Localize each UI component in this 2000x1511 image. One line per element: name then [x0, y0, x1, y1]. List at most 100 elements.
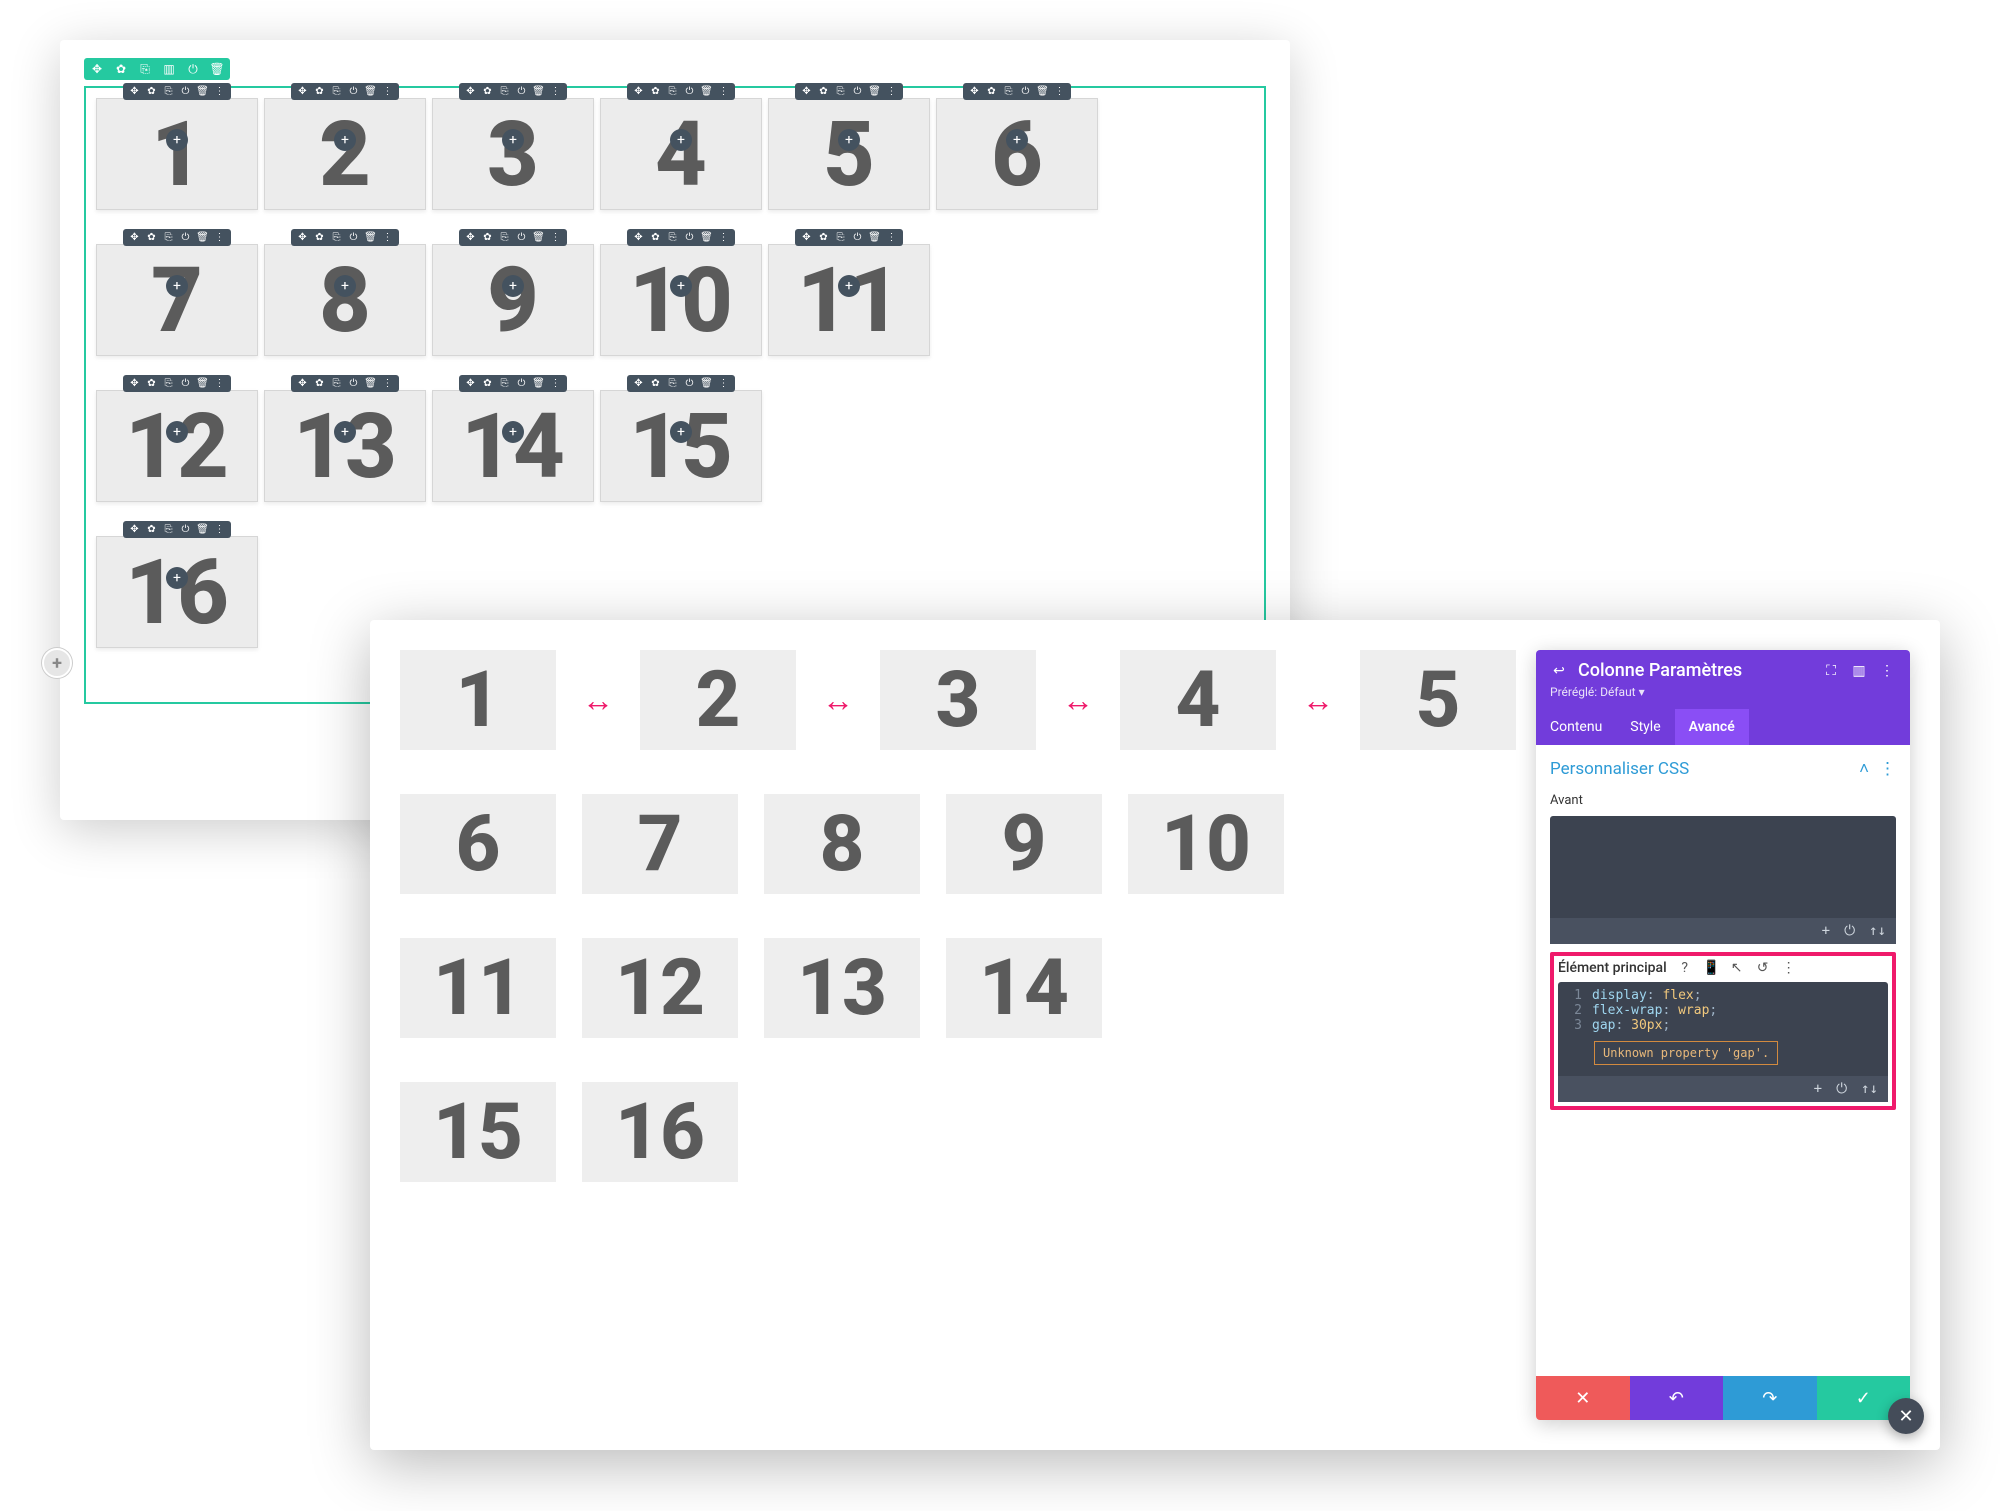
settings-icon[interactable]: ✿: [650, 86, 661, 97]
undo-button[interactable]: ↶: [1630, 1376, 1724, 1420]
settings-icon[interactable]: ✿: [114, 62, 128, 76]
more-icon[interactable]: ⋮: [382, 86, 393, 97]
more-icon[interactable]: ⋮: [1054, 86, 1065, 97]
move-icon[interactable]: ✥: [801, 86, 812, 97]
module[interactable]: ✥✿⎘⏻🗑⋮+1: [96, 98, 258, 210]
module-toolbar[interactable]: ✥✿⎘⏻🗑⋮: [291, 229, 399, 246]
module-toolbar[interactable]: ✥✿⎘⏻🗑⋮: [795, 229, 903, 246]
delete-icon[interactable]: 🗑: [701, 378, 712, 389]
css-section-header[interactable]: Personnaliser CSS ˄ ⋮: [1550, 759, 1896, 779]
add-module-button[interactable]: +: [502, 421, 524, 443]
more-icon[interactable]: ⋮: [550, 232, 561, 243]
module[interactable]: ✥✿⎘⏻🗑⋮+5: [768, 98, 930, 210]
more-icon[interactable]: ⋮: [214, 378, 225, 389]
settings-icon[interactable]: ✿: [314, 86, 325, 97]
more-icon[interactable]: ⋮: [1878, 662, 1896, 680]
power-icon[interactable]: ⏻: [516, 232, 527, 243]
module-toolbar[interactable]: ✥✿⎘⏻🗑⋮: [291, 375, 399, 392]
power-icon[interactable]: ⏻: [852, 86, 863, 97]
duplicate-icon[interactable]: ⎘: [499, 86, 510, 97]
reorder-icon[interactable]: ↑↓: [1869, 923, 1886, 939]
settings-icon[interactable]: ✿: [482, 378, 493, 389]
settings-icon[interactable]: ✿: [986, 86, 997, 97]
add-module-button[interactable]: +: [334, 421, 356, 443]
settings-icon[interactable]: ✿: [146, 378, 157, 389]
add-module-button[interactable]: +: [166, 129, 188, 151]
cancel-button[interactable]: ✕: [1536, 1376, 1630, 1420]
add-module-button[interactable]: +: [670, 129, 692, 151]
power-icon[interactable]: ⏻: [684, 232, 695, 243]
module-toolbar[interactable]: ✥✿⎘⏻🗑⋮: [123, 83, 231, 100]
delete-icon[interactable]: 🗑: [365, 378, 376, 389]
add-module-button[interactable]: +: [502, 129, 524, 151]
add-module-button[interactable]: +: [166, 567, 188, 589]
more-icon[interactable]: ⋮: [214, 86, 225, 97]
delete-icon[interactable]: 🗑: [365, 232, 376, 243]
move-icon[interactable]: ✥: [465, 232, 476, 243]
delete-icon[interactable]: 🗑: [197, 524, 208, 535]
expand-icon[interactable]: ⛶: [1822, 662, 1840, 680]
duplicate-icon[interactable]: ⎘: [163, 86, 174, 97]
module[interactable]: ✥✿⎘⏻🗑⋮+13: [264, 390, 426, 502]
move-icon[interactable]: ✥: [465, 86, 476, 97]
module[interactable]: ✥✿⎘⏻🗑⋮+11: [768, 244, 930, 356]
code-line[interactable]: 3gap: 30px;: [1564, 1018, 1882, 1033]
move-icon[interactable]: ✥: [633, 232, 644, 243]
module[interactable]: ✥✿⎘⏻🗑⋮+4: [600, 98, 762, 210]
module-toolbar[interactable]: ✥✿⎘⏻🗑⋮: [627, 375, 735, 392]
add-module-button[interactable]: +: [166, 421, 188, 443]
delete-icon[interactable]: 🗑: [365, 86, 376, 97]
main-code-editor[interactable]: 1display: flex;2flex-wrap: wrap;3gap: 30…: [1558, 982, 1888, 1102]
delete-icon[interactable]: 🗑: [197, 86, 208, 97]
settings-icon[interactable]: ✿: [650, 232, 661, 243]
settings-icon[interactable]: ✿: [650, 378, 661, 389]
code-line[interactable]: 1display: flex;: [1564, 988, 1882, 1003]
delete-icon[interactable]: 🗑: [533, 378, 544, 389]
move-icon[interactable]: ✥: [297, 378, 308, 389]
row-more-icon[interactable]: ⋮: [1781, 960, 1797, 976]
power-icon[interactable]: ⏻: [684, 378, 695, 389]
module[interactable]: ✥✿⎘⏻🗑⋮+7: [96, 244, 258, 356]
section-toolbar[interactable]: ✥ ✿ ⎘ ▥ ⏻ 🗑: [84, 58, 230, 80]
duplicate-icon[interactable]: ⎘: [499, 378, 510, 389]
power-icon[interactable]: ⏻: [1844, 923, 1855, 939]
duplicate-icon[interactable]: ⎘: [667, 86, 678, 97]
add-module-button[interactable]: +: [670, 275, 692, 297]
duplicate-icon[interactable]: ⎘: [163, 232, 174, 243]
move-icon[interactable]: ✥: [90, 62, 104, 76]
dock-icon[interactable]: ▥: [1850, 662, 1868, 680]
duplicate-icon[interactable]: ⎘: [331, 232, 342, 243]
module[interactable]: ✥✿⎘⏻🗑⋮+2: [264, 98, 426, 210]
duplicate-icon[interactable]: ⎘: [667, 378, 678, 389]
delete-icon[interactable]: 🗑: [869, 86, 880, 97]
code-line[interactable]: 2flex-wrap: wrap;: [1564, 1003, 1882, 1018]
duplicate-icon[interactable]: ⎘: [163, 378, 174, 389]
module-toolbar[interactable]: ✥✿⎘⏻🗑⋮: [459, 83, 567, 100]
settings-icon[interactable]: ✿: [146, 524, 157, 535]
delete-icon[interactable]: 🗑: [533, 232, 544, 243]
power-icon[interactable]: ⏻: [180, 232, 191, 243]
power-icon[interactable]: ⏻: [516, 86, 527, 97]
duplicate-icon[interactable]: ⎘: [835, 86, 846, 97]
collapse-icon[interactable]: ˄: [1859, 759, 1869, 779]
delete-icon[interactable]: 🗑: [869, 232, 880, 243]
delete-icon[interactable]: 🗑: [197, 378, 208, 389]
power-icon[interactable]: ⏻: [180, 378, 191, 389]
module[interactable]: ✥✿⎘⏻🗑⋮+15: [600, 390, 762, 502]
module-toolbar[interactable]: ✥✿⎘⏻🗑⋮: [627, 83, 735, 100]
duplicate-icon[interactable]: ⎘: [1003, 86, 1014, 97]
move-icon[interactable]: ✥: [129, 524, 140, 535]
move-icon[interactable]: ✥: [465, 378, 476, 389]
duplicate-icon[interactable]: ⎘: [331, 86, 342, 97]
delete-icon[interactable]: 🗑: [701, 86, 712, 97]
power-icon[interactable]: ⏻: [348, 86, 359, 97]
duplicate-icon[interactable]: ⎘: [499, 232, 510, 243]
move-icon[interactable]: ✥: [969, 86, 980, 97]
delete-icon[interactable]: 🗑: [210, 62, 224, 76]
module[interactable]: ✥✿⎘⏻🗑⋮+3: [432, 98, 594, 210]
duplicate-icon[interactable]: ⎘: [667, 232, 678, 243]
more-icon[interactable]: ⋮: [718, 232, 729, 243]
module[interactable]: ✥✿⎘⏻🗑⋮+6: [936, 98, 1098, 210]
module-toolbar[interactable]: ✥✿⎘⏻🗑⋮: [123, 229, 231, 246]
move-icon[interactable]: ✥: [297, 232, 308, 243]
